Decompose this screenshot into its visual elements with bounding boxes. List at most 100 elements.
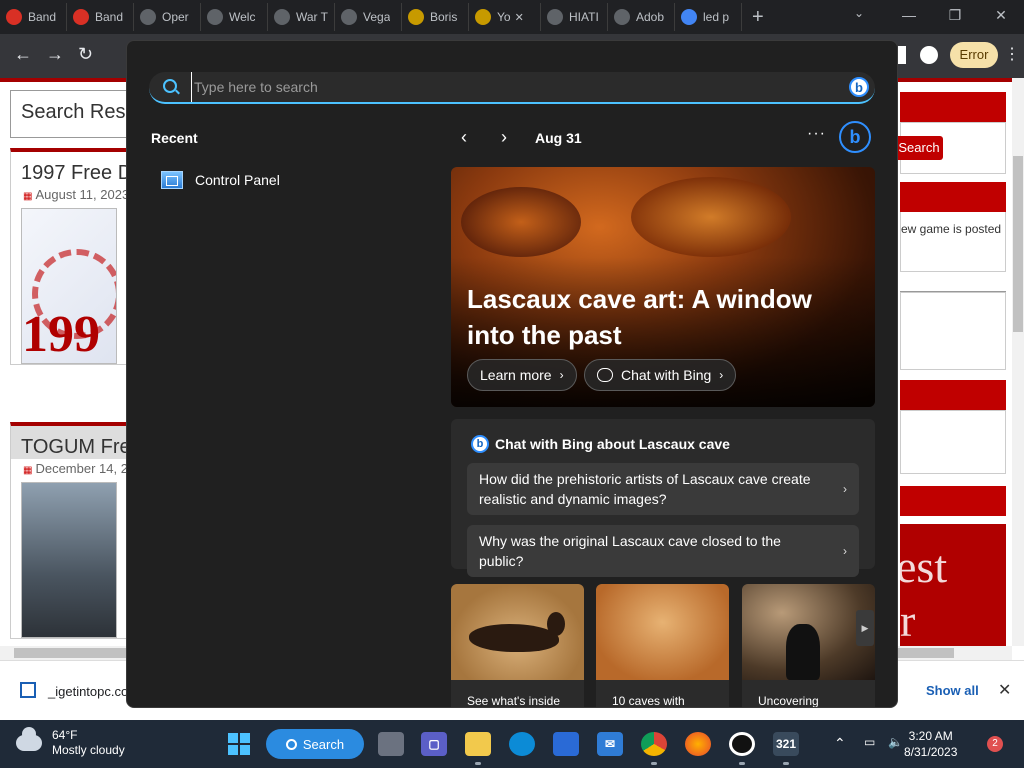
- related-thumbnails: See what's inside 10 caves with Uncoveri…: [451, 584, 881, 708]
- taskbar-search-button[interactable]: Search: [266, 729, 364, 759]
- maximize-button[interactable]: ❐: [932, 0, 978, 34]
- chevron-right-icon: ›: [719, 368, 724, 382]
- tab-title: Welc: [229, 10, 256, 24]
- thumbnail-card[interactable]: Uncovering: [742, 584, 875, 707]
- sidebar-widget-header: [900, 182, 1006, 212]
- tab-favicon-icon: [341, 9, 357, 25]
- microsoft-store-icon[interactable]: [553, 732, 579, 756]
- search-input[interactable]: [191, 72, 831, 102]
- thumbnails-scroll-right-button[interactable]: ▶: [856, 610, 874, 646]
- post-title[interactable]: TOGUM Free: [11, 426, 127, 459]
- show-all-downloads-link[interactable]: Show all: [926, 683, 979, 698]
- tab-favicon-icon: [408, 9, 424, 25]
- chat-card-header: b Chat with Bing about Lascaux cave: [471, 435, 730, 453]
- show-hidden-icons-chevron[interactable]: ⌃: [834, 735, 846, 752]
- calendar-app-icon[interactable]: 321: [773, 732, 799, 756]
- profile-avatar[interactable]: [920, 46, 938, 64]
- weather-widget[interactable]: 64°F Mostly cloudy: [16, 727, 125, 758]
- browser-tab[interactable]: Adob: [608, 3, 675, 31]
- task-view-icon[interactable]: [378, 732, 404, 756]
- clock-date: 8/31/2023: [904, 745, 958, 759]
- minimize-button[interactable]: —: [886, 0, 932, 34]
- hero-image: [631, 177, 791, 257]
- tab-title: Yo: [497, 10, 511, 24]
- notification-badge[interactable]: 2: [987, 736, 1003, 752]
- thumbnail-card[interactable]: See what's inside: [451, 584, 584, 708]
- post-card[interactable]: 1997 Free D August 11, 2023 199: [10, 148, 128, 365]
- clock-time: 3:20 AM: [908, 729, 953, 743]
- browser-tab[interactable]: Band: [67, 3, 134, 31]
- browser-tab[interactable]: War T: [268, 3, 335, 31]
- search-box[interactable]: b: [149, 72, 875, 104]
- tab-favicon-icon: [614, 9, 630, 25]
- more-options-icon[interactable]: ···: [807, 125, 826, 143]
- browser-tab[interactable]: led p: [675, 3, 742, 31]
- file-explorer-icon[interactable]: [465, 732, 491, 756]
- browser-tab[interactable]: Boris: [402, 3, 469, 31]
- reload-button[interactable]: ↻: [78, 44, 93, 65]
- back-button[interactable]: ←: [14, 44, 32, 65]
- post-thumbnail[interactable]: 199: [21, 208, 117, 364]
- thumbnail-caption: See what's inside: [467, 694, 561, 708]
- recent-item-control-panel[interactable]: Control Panel: [161, 169, 280, 191]
- tab-title: Band: [28, 10, 57, 24]
- suggested-question[interactable]: Why was the original Lascaux cave closed…: [467, 525, 859, 577]
- tab-title: War T: [296, 10, 328, 24]
- learn-more-button[interactable]: Learn more ›: [467, 359, 577, 391]
- firefox-icon[interactable]: [685, 732, 711, 756]
- previous-day-button[interactable]: ‹: [461, 127, 467, 148]
- sidebar-widget-header: [900, 486, 1006, 516]
- chevron-right-icon: ›: [843, 544, 847, 558]
- new-tab-button[interactable]: +: [752, 6, 764, 29]
- post-card[interactable]: TOGUM Free December 14, 2: [10, 422, 128, 639]
- mail-icon[interactable]: ✉: [597, 732, 623, 756]
- bing-icon[interactable]: b: [849, 77, 869, 97]
- extension-icon[interactable]: [898, 46, 906, 64]
- close-window-button[interactable]: ✕: [978, 0, 1024, 34]
- search-highlight-hero[interactable]: Lascaux cave art: A window into the past…: [451, 167, 875, 407]
- post-title[interactable]: 1997 Free D: [11, 152, 127, 185]
- search-result-heading: Search Result: [10, 90, 128, 138]
- tab-title: Boris: [430, 10, 458, 24]
- post-thumbnail[interactable]: [21, 482, 117, 638]
- tab-title: Adob: [636, 10, 665, 24]
- question-text: Why was the original Lascaux cave closed…: [479, 533, 781, 569]
- error-button[interactable]: Error: [950, 42, 998, 68]
- close-tab-icon[interactable]: ✕: [515, 11, 524, 24]
- browser-tab[interactable]: Yo ✕: [469, 3, 541, 31]
- edge-browser-icon[interactable]: [509, 732, 535, 756]
- bing-chat-icon[interactable]: b: [839, 121, 871, 153]
- tab-title: Oper: [162, 10, 189, 24]
- control-panel-icon: [161, 171, 183, 189]
- tab-search-icon[interactable]: ⌄: [854, 6, 864, 20]
- teams-chat-icon[interactable]: ▢: [421, 732, 447, 756]
- browser-tab[interactable]: HIATI: [541, 3, 608, 31]
- network-icon[interactable]: ▭: [864, 735, 875, 749]
- start-button[interactable]: [228, 733, 250, 755]
- browser-menu-icon[interactable]: ⋮: [1004, 44, 1020, 64]
- suggested-question[interactable]: How did the prehistoric artists of Lasca…: [467, 463, 859, 515]
- vertical-scroll-thumb[interactable]: [1013, 156, 1023, 332]
- tab-title: HIATI: [569, 10, 599, 24]
- tab-favicon-icon: [274, 9, 290, 25]
- browser-tab[interactable]: Band: [0, 3, 67, 31]
- thumbnail-image: [596, 584, 729, 680]
- system-clock[interactable]: 3:20 AM 8/31/2023: [904, 728, 957, 760]
- next-day-button[interactable]: ›: [501, 127, 507, 148]
- thumbnail-card[interactable]: 10 caves with: [596, 584, 729, 707]
- search-button[interactable]: Search: [895, 136, 943, 160]
- record-app-icon[interactable]: [729, 732, 755, 756]
- browser-tab[interactable]: Welc: [201, 3, 268, 31]
- learn-more-label: Learn more: [480, 367, 552, 383]
- post-date: December 14, 2: [11, 459, 127, 478]
- forward-button[interactable]: →: [46, 44, 64, 65]
- sidebar-banner-image[interactable]: est r: [900, 524, 1006, 646]
- hero-title[interactable]: Lascaux cave art: A window into the past: [467, 281, 847, 353]
- browser-tab[interactable]: Vega: [335, 3, 402, 31]
- chrome-icon[interactable]: [641, 732, 667, 756]
- volume-icon[interactable]: 🔈: [888, 735, 903, 749]
- close-download-bar-icon[interactable]: ✕: [998, 680, 1011, 700]
- chat-bubble-icon: [597, 368, 613, 382]
- browser-tab[interactable]: Oper: [134, 3, 201, 31]
- chat-with-bing-button[interactable]: Chat with Bing ›: [584, 359, 737, 391]
